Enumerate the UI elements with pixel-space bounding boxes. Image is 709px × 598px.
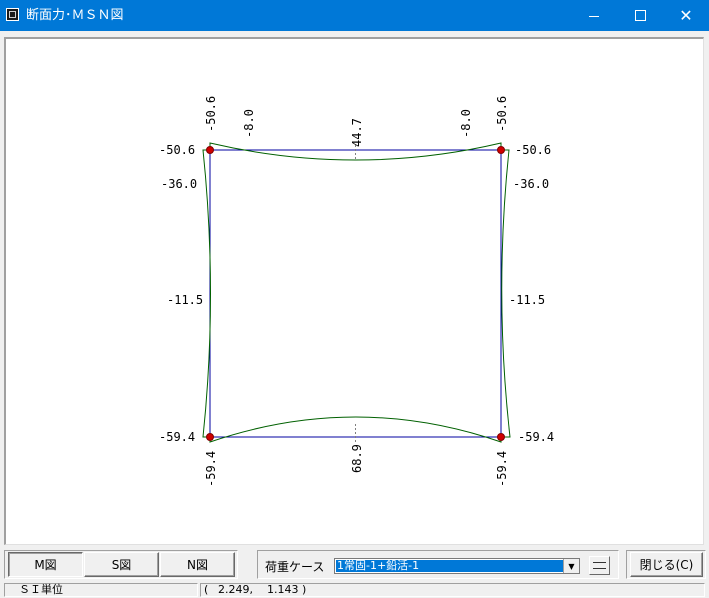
node-top-right[interactable] xyxy=(497,146,505,154)
node-bottom-right[interactable] xyxy=(497,433,505,441)
label-bottom-left-horizontal: -59.4 xyxy=(159,430,195,444)
label-top-right-horizontal: -50.6 xyxy=(515,143,551,157)
label-top-right-inner: -8.0 xyxy=(459,109,473,138)
label-top-right-vertical: -50.6 xyxy=(495,96,509,132)
units-status: ＳＩ単位 xyxy=(4,583,198,597)
m-diagram-button[interactable]: M図 xyxy=(8,552,83,577)
node-top-left[interactable] xyxy=(206,146,214,154)
label-left-upper: -36.0 xyxy=(161,177,197,191)
spinner-up-icon xyxy=(593,562,606,563)
coords-value: 2.249, 1.143 ) xyxy=(218,583,307,596)
label-top-left-vertical: -50.6 xyxy=(204,96,218,132)
spinner-down-icon xyxy=(593,568,606,569)
diagram-canvas[interactable]: -50.6 -8.0 44.7 -8.0 -50.6 -59.4 68.9 -5… xyxy=(4,37,704,545)
frame-rect xyxy=(209,149,502,438)
close-dialog-button[interactable]: 閉じる(C) xyxy=(630,552,703,577)
close-window-button[interactable]: ✕ xyxy=(663,0,709,31)
load-case-spinner[interactable] xyxy=(589,556,610,575)
label-right-mid: -11.5 xyxy=(509,293,545,307)
n-diagram-button[interactable]: N図 xyxy=(160,552,235,577)
coords-open-paren: ( xyxy=(204,583,209,596)
label-top-center: 44.7 xyxy=(350,118,364,147)
status-bar: ＳＩ単位 ( 2.249, 1.143 ) xyxy=(0,582,709,598)
chevron-down-icon[interactable]: ▼ xyxy=(563,559,579,573)
load-case-selected-value: 1常固-1+鉛活-1 xyxy=(336,560,563,572)
minimize-icon xyxy=(589,16,599,17)
window-title: 断面力･ＭＳＮ図 xyxy=(26,8,124,23)
maximize-button[interactable] xyxy=(617,0,663,31)
app-icon[interactable] xyxy=(6,8,19,21)
coords-status: ( 2.249, 1.143 ) xyxy=(200,583,705,597)
node-bottom-left[interactable] xyxy=(206,433,214,441)
left-column-moment-curve xyxy=(202,149,211,438)
minimize-button[interactable] xyxy=(571,0,617,31)
maximize-icon xyxy=(634,10,646,21)
msn-diagram: -50.6 -8.0 44.7 -8.0 -50.6 -59.4 68.9 -5… xyxy=(159,96,554,487)
title-bar[interactable]: 断面力･ＭＳＮ図 ✕ xyxy=(0,0,709,31)
label-left-mid: -11.5 xyxy=(167,293,203,307)
bottom-toolbar: M図 S図 N図 荷重ケース 1常固-1+鉛活-1 ▼ 閉じる(C) xyxy=(0,548,709,582)
load-case-select[interactable]: 1常固-1+鉛活-1 ▼ xyxy=(334,558,580,574)
label-bottom-center: 68.9 xyxy=(350,444,364,473)
close-icon: ✕ xyxy=(679,6,693,25)
label-right-upper: -36.0 xyxy=(513,177,549,191)
s-diagram-button[interactable]: S図 xyxy=(84,552,159,577)
load-case-label: 荷重ケース xyxy=(265,560,325,574)
label-bottom-right-vertical: -59.4 xyxy=(495,451,509,487)
label-top-left-horizontal: -50.6 xyxy=(159,143,195,157)
label-bottom-right-horizontal: -59.4 xyxy=(518,430,554,444)
label-bottom-left-vertical: -59.4 xyxy=(204,451,218,487)
label-top-left-inner: -8.0 xyxy=(242,109,256,138)
